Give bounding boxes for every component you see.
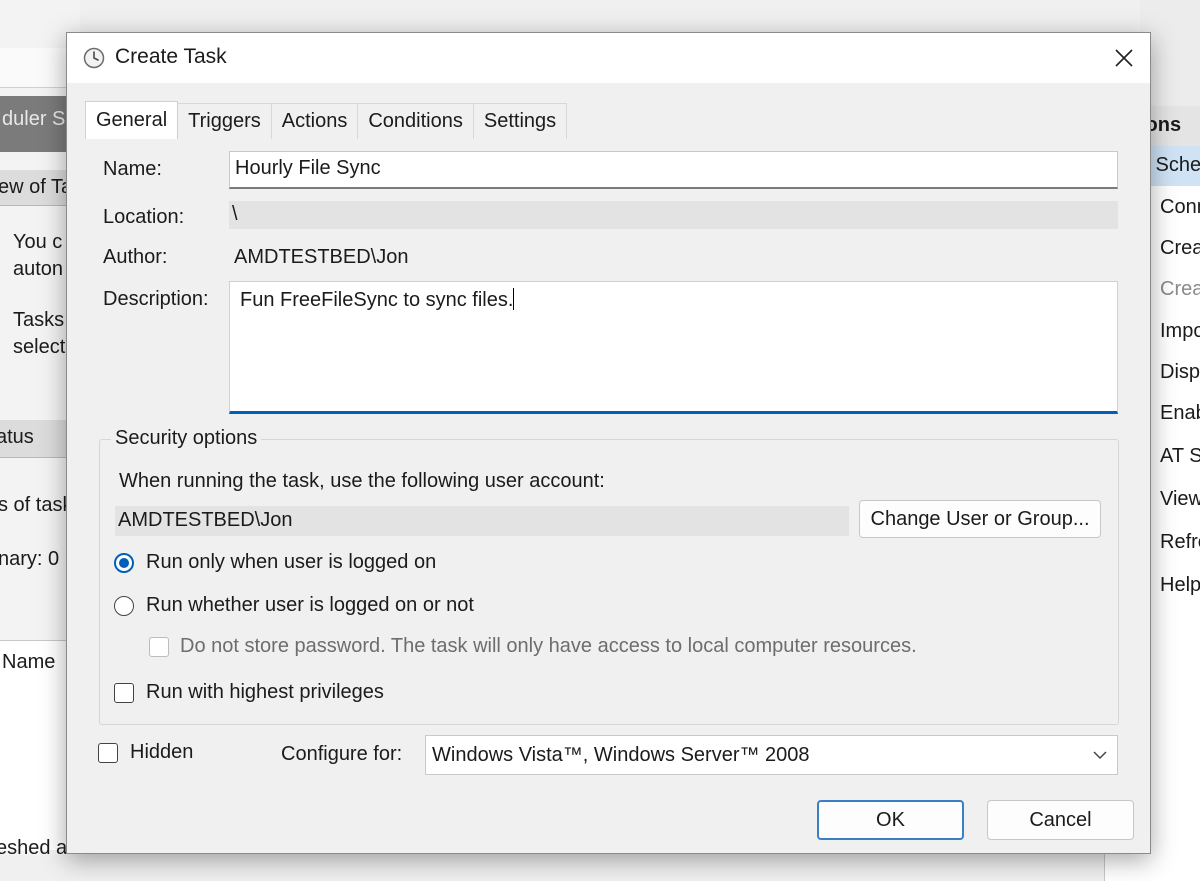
background-status-footer: eshed at <box>0 837 1200 881</box>
background-text: Name <box>2 651 56 673</box>
highest-privileges-checkbox[interactable] <box>114 683 134 703</box>
change-user-button[interactable]: Change User or Group... <box>859 500 1101 538</box>
tab-general[interactable]: General <box>85 101 179 139</box>
configure-for-select[interactable]: Windows Vista™, Windows Server™ 2008 <box>425 735 1118 775</box>
run-logged-on-label[interactable]: Run only when user is logged on <box>146 551 436 574</box>
background-overview-bar: ew of Ta <box>0 170 72 206</box>
run-whether-label[interactable]: Run whether user is logged on or not <box>146 594 474 617</box>
tab-strip: General Triggers Actions Conditions Sett… <box>85 101 568 139</box>
background-text: auton <box>13 258 64 280</box>
background-text: View <box>1160 488 1200 510</box>
background-text: Conn <box>1160 196 1200 218</box>
background-text: Refre <box>1160 531 1200 553</box>
ok-button[interactable]: OK <box>817 800 964 840</box>
background-text: Help <box>1160 574 1200 596</box>
background-text: Crea <box>1160 237 1200 259</box>
background-text: Crea <box>1160 278 1200 300</box>
name-input[interactable]: Hourly File Sync <box>229 151 1118 189</box>
background-text: ew of Ta <box>0 176 73 198</box>
configure-for-value: Windows Vista™, Windows Server™ 2008 <box>432 743 810 766</box>
background-task-list: Name <box>0 640 66 850</box>
configure-for-label: Configure for: <box>281 743 403 765</box>
background-text: Disp <box>1160 361 1200 383</box>
background-text: You c <box>13 231 63 253</box>
tab-actions[interactable]: Actions <box>270 103 359 139</box>
background-scheduler-header: duler Su <box>0 96 77 152</box>
location-value: \ <box>229 201 1118 229</box>
close-button[interactable] <box>1098 33 1150 83</box>
background-status-bar: atus <box>0 420 66 458</box>
background-text: s of task <box>0 494 73 516</box>
run-whether-radio[interactable] <box>114 596 134 616</box>
hidden-checkbox[interactable] <box>98 743 118 763</box>
name-label: Name: <box>103 158 162 180</box>
background-text: Enab <box>1160 402 1200 424</box>
description-text: Fun FreeFileSync to sync files. <box>240 289 514 311</box>
highest-privileges-label[interactable]: Run with highest privileges <box>146 681 384 704</box>
chevron-down-icon <box>1093 751 1107 760</box>
description-textarea[interactable]: Fun FreeFileSync to sync files. <box>229 281 1118 414</box>
clock-icon <box>83 47 105 69</box>
tab-settings[interactable]: Settings <box>472 103 568 139</box>
author-label: Author: <box>103 246 168 268</box>
background-text: Impo <box>1160 320 1200 342</box>
security-options-legend: Security options <box>111 427 262 450</box>
background-text: select <box>13 336 66 358</box>
cancel-button[interactable]: Cancel <box>987 800 1134 840</box>
tab-conditions[interactable]: Conditions <box>357 103 474 139</box>
close-icon <box>1115 49 1133 67</box>
background-text: AT Se <box>1160 445 1200 467</box>
run-logged-on-radio[interactable] <box>114 553 134 573</box>
dialog-titlebar[interactable]: Create Task <box>67 33 1150 83</box>
location-label: Location: <box>103 206 185 228</box>
hidden-label[interactable]: Hidden <box>130 741 193 764</box>
background-text: eshed at <box>0 837 73 859</box>
background-text: atus <box>0 426 34 448</box>
text-caret <box>513 288 515 310</box>
dialog-title: Create Task <box>115 45 227 68</box>
author-value: AMDTESTBED\Jon <box>234 246 409 268</box>
user-account-value: AMDTESTBED\Jon <box>115 506 849 536</box>
create-task-dialog: Create Task General Triggers Actions Con… <box>66 32 1151 854</box>
no-store-password-checkbox[interactable] <box>149 637 169 657</box>
account-prompt: When running the task, use the following… <box>119 470 605 492</box>
no-store-password-label: Do not store password. The task will onl… <box>180 635 917 657</box>
tab-triggers[interactable]: Triggers <box>177 103 272 139</box>
background-text: nary: 0 <box>0 548 60 570</box>
description-label: Description: <box>103 288 209 310</box>
background-text: Tasks <box>13 309 65 331</box>
